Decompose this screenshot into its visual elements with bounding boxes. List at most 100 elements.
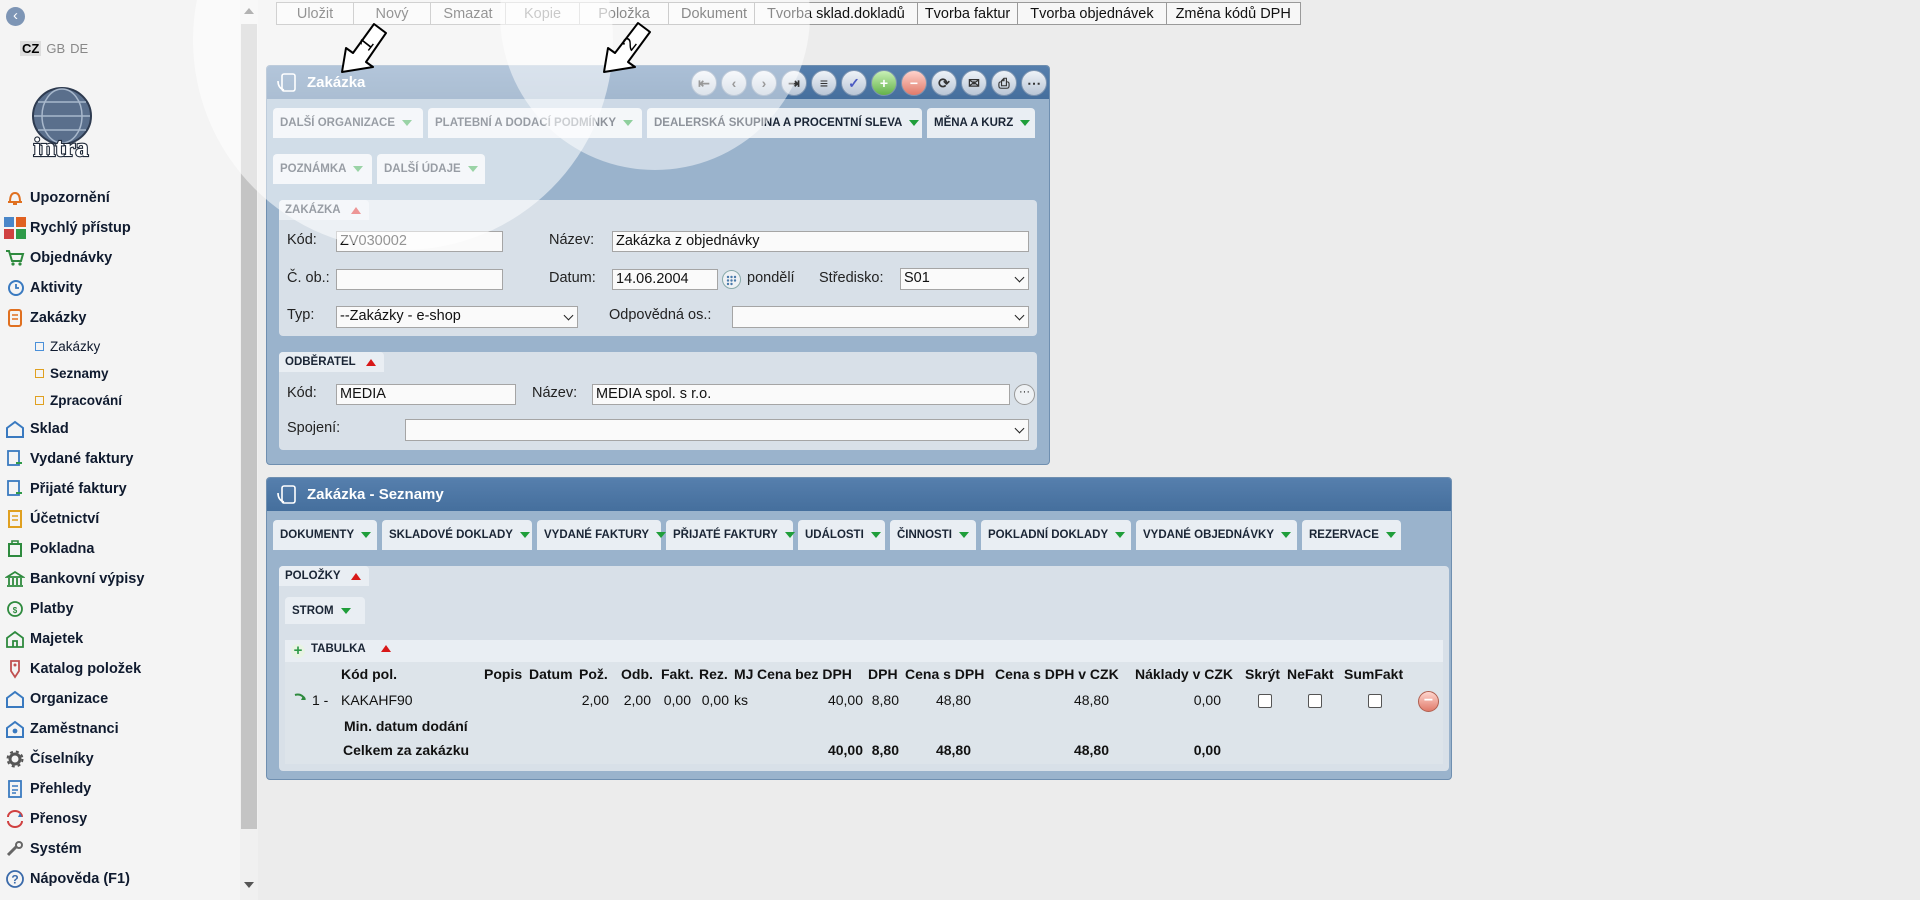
document-button[interactable]: Dokument	[668, 2, 755, 25]
col-poz[interactable]: Pož.	[579, 666, 608, 682]
section-header[interactable]: ODBĚRATEL	[279, 352, 384, 372]
calendar-icon[interactable]	[722, 270, 741, 289]
email-icon[interactable]: ✉	[961, 70, 987, 96]
col-sumfakt[interactable]: SumFakt	[1344, 666, 1403, 682]
sidebar-item-zakazky[interactable]: Zakázky	[0, 303, 240, 333]
col-dph[interactable]: DPH	[868, 666, 898, 682]
edit-row-icon[interactable]	[293, 691, 309, 708]
tab-poznamka[interactable]: POZNÁMKA	[273, 154, 372, 184]
customer-code-input[interactable]: MEDIA	[336, 384, 516, 405]
sidebar-subitem-zakazky[interactable]: Zakázky	[0, 333, 240, 360]
sidebar-item-sklad[interactable]: Sklad	[0, 414, 240, 444]
first-record-icon[interactable]: ⇤	[691, 70, 717, 96]
col-fakt[interactable]: Fakt.	[661, 666, 694, 682]
sidebar-item-bankovni-vypisy[interactable]: Bankovní výpisy	[0, 564, 240, 594]
connection-select[interactable]	[405, 419, 1029, 441]
language-gb[interactable]: GB	[46, 41, 65, 56]
tab-skladove-doklady[interactable]: SKLADOVÉ DOKLADY	[382, 520, 532, 550]
sidebar-item-organizace[interactable]: Organizace	[0, 684, 240, 714]
sidebar-item-objednavky[interactable]: Objednávky	[0, 243, 240, 273]
tab-cinnosti[interactable]: ČINNOSTI	[890, 520, 976, 550]
tab-vydane-faktury[interactable]: VYDANÉ FAKTURY	[537, 520, 666, 550]
sidebar-item-aktivity[interactable]: Aktivity	[0, 273, 240, 303]
sidebar-item-pokladna[interactable]: Pokladna	[0, 534, 240, 564]
col-mj[interactable]: MJ	[734, 666, 753, 682]
sidebar-item-zamestnanci[interactable]: Zaměstnanci	[0, 714, 240, 744]
remove-icon[interactable]: −	[901, 70, 927, 96]
intra-logo[interactable]: intra	[18, 86, 104, 163]
date-input[interactable]: 14.06.2004	[612, 269, 718, 290]
sum-invoice-checkbox[interactable]	[1368, 694, 1382, 708]
previous-record-icon[interactable]: ‹	[721, 70, 747, 96]
sidebar-item-prijate-faktury[interactable]: Přijaté faktury	[0, 474, 240, 504]
tab-rezervace[interactable]: REZERVACE	[1302, 520, 1401, 550]
scrollbar-thumb[interactable]	[241, 24, 257, 829]
last-record-icon[interactable]: ⇥	[781, 70, 807, 96]
col-cena-s-dph[interactable]: Cena s DPH	[905, 666, 984, 682]
tab-udalosti[interactable]: UDÁLOSTI	[798, 520, 885, 550]
sidebar-scrollbar[interactable]	[240, 0, 258, 900]
item-button[interactable]: Položka	[579, 2, 669, 25]
col-skryt[interactable]: Skrýt	[1245, 666, 1280, 682]
order-number-input[interactable]	[336, 269, 503, 290]
sidebar-item-system[interactable]: Systém	[0, 834, 240, 864]
col-cena-bez-dph[interactable]: Cena bez DPH	[757, 666, 852, 682]
col-popis[interactable]: Popis	[484, 666, 522, 682]
sidebar-item-upozorneni[interactable]: Upozornění	[0, 183, 240, 213]
sidebar-item-ciselniky[interactable]: Číselníky	[0, 744, 240, 774]
new-button[interactable]: Nový	[353, 2, 431, 25]
responsible-person-select[interactable]	[732, 306, 1029, 328]
tab-dalsi-udaje[interactable]: DALŠÍ ÚDAJE	[377, 154, 485, 184]
delete-button[interactable]: Smazat	[430, 2, 506, 25]
sidebar-item-katalog-polozek[interactable]: Katalog položek	[0, 654, 240, 684]
tab-mena-kurz[interactable]: MĚNA A KURZ	[927, 108, 1035, 138]
col-naklady-czk[interactable]: Náklady v CZK	[1135, 666, 1233, 682]
sidebar-item-platby[interactable]: $ Platby	[0, 594, 240, 624]
next-record-icon[interactable]: ›	[751, 70, 777, 96]
col-odb[interactable]: Odb.	[621, 666, 653, 682]
sidebar-item-prenosy[interactable]: Přenosy	[0, 804, 240, 834]
create-invoices-button[interactable]: Tvorba faktur	[916, 2, 1019, 25]
section-header[interactable]: POLOŽKY	[279, 566, 369, 586]
tab-strom[interactable]: STROM	[285, 597, 365, 624]
list-icon[interactable]: ≡	[811, 70, 837, 96]
sidebar-item-ucetnictvi[interactable]: Účetnictví	[0, 504, 240, 534]
tab-pokladni-doklady[interactable]: POKLADNÍ DOKLADY	[981, 520, 1131, 550]
create-stock-documents-button[interactable]: Tvorba sklad.dokladů	[754, 2, 918, 25]
sidebar-item-prehledy[interactable]: Přehledy	[0, 774, 240, 804]
sidebar-subitem-seznamy[interactable]: Seznamy	[0, 360, 240, 387]
sidebar-item-majetek[interactable]: Majetek	[0, 624, 240, 654]
tab-dealerska-skupina[interactable]: DEALERSKÁ SKUPINA A PROCENTNÍ SLEVA	[647, 108, 922, 138]
customer-lookup-button[interactable]: ···	[1014, 384, 1035, 405]
tab-dalsi-organizace[interactable]: DALŠÍ ORGANIZACE	[273, 108, 423, 138]
change-vat-codes-button[interactable]: Změna kódů DPH	[1165, 2, 1301, 25]
add-row-icon[interactable]: +	[291, 643, 305, 658]
language-cz[interactable]: CZ	[20, 41, 42, 56]
sidebar-item-rychly-pristup[interactable]: Rychlý přístup	[0, 213, 240, 243]
confirm-icon[interactable]: ✓	[841, 70, 867, 96]
col-rez[interactable]: Rez.	[699, 666, 728, 682]
col-datum[interactable]: Datum	[529, 666, 573, 682]
tab-vydane-objednavky[interactable]: VYDANÉ OBJEDNÁVKY	[1136, 520, 1297, 550]
type-select[interactable]: --Zakázky - e-shop	[336, 306, 578, 328]
print-icon[interactable]: ⎙	[991, 70, 1017, 96]
sidebar-item-vydane-faktury[interactable]: Vydané faktury	[0, 444, 240, 474]
section-header[interactable]: ZAKÁZKA	[279, 200, 369, 220]
save-button[interactable]: Uložit	[276, 2, 354, 25]
refresh-icon[interactable]: ⟳	[931, 70, 957, 96]
hide-checkbox[interactable]	[1258, 694, 1272, 708]
scroll-up-arrow-icon[interactable]	[244, 8, 254, 14]
language-de[interactable]: DE	[70, 41, 88, 56]
collapse-sidebar-button[interactable]: ‹	[6, 7, 25, 26]
sidebar-item-napoveda[interactable]: ? Nápověda (F1)	[0, 864, 240, 894]
copy-button[interactable]: Kopie	[505, 2, 580, 25]
no-invoice-checkbox[interactable]	[1308, 694, 1322, 708]
add-icon[interactable]: +	[871, 70, 897, 96]
create-orders-button[interactable]: Tvorba objednávek	[1017, 2, 1167, 25]
col-cena-s-dph-czk[interactable]: Cena s DPH v CZK	[995, 666, 1119, 682]
code-input[interactable]: ZV030002	[336, 231, 503, 252]
sidebar-subitem-zpracovani[interactable]: Zpracování	[0, 387, 240, 414]
col-kod-pol[interactable]: Kód pol.	[341, 666, 397, 682]
delete-row-icon[interactable]: −	[1418, 691, 1439, 712]
more-icon[interactable]: ⋯	[1021, 70, 1047, 96]
